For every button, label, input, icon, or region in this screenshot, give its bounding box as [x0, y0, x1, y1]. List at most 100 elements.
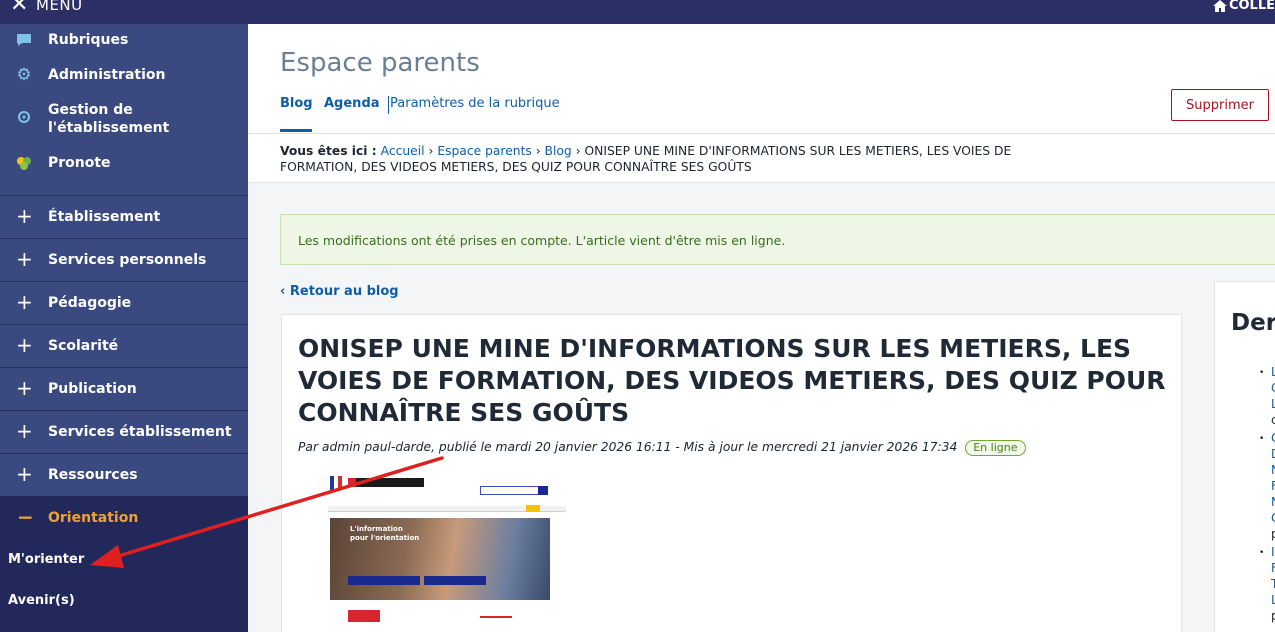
sidebar-section-services-etablissement[interactable]: + Services établissement — [0, 411, 248, 453]
success-alert: Les modifications ont été prises en comp… — [280, 214, 1275, 265]
breadcrumb-link-blog[interactable]: Blog — [545, 144, 572, 158]
sidebar-subitem-avenirs[interactable]: Avenir(s) — [8, 593, 75, 608]
sidebar-subitem-morienter[interactable]: M'orienter — [8, 552, 84, 567]
article-meta-text: Par admin paul-darde, publié le mardi 20… — [298, 440, 958, 454]
sidebar-section-pedagogie[interactable]: + Pédagogie — [0, 282, 248, 324]
sidebar-item-pronote[interactable]: Pronote — [0, 153, 248, 173]
thumb-heading-line2: pour l'orientation — [350, 534, 420, 542]
tab-parametres[interactable]: Paramètres de la rubrique — [390, 96, 560, 111]
tab-divider — [388, 96, 389, 114]
sidebar-section-ressources[interactable]: + Ressources — [0, 454, 248, 496]
sidebar-section-etablissement[interactable]: + Établissement — [0, 196, 248, 238]
list-item[interactable]: C — [1271, 430, 1275, 446]
thumb-nav-highlight — [526, 505, 540, 512]
onisep-logo-mark — [348, 478, 356, 487]
status-badge: En ligne — [965, 440, 1026, 456]
sidebar-section-label: Scolarité — [48, 338, 119, 354]
list-bullet: • — [1259, 368, 1265, 378]
republique-logo — [330, 476, 342, 490]
thumb-heading-line1: L'information — [350, 525, 403, 533]
tab-blog[interactable]: Blog — [280, 96, 313, 111]
menu-label: MENU — [36, 0, 83, 14]
list-item: p — [1271, 526, 1275, 542]
list-item[interactable]: C — [1271, 380, 1275, 396]
sidebar-item-rubriques[interactable]: Rubriques — [0, 30, 248, 50]
list-item[interactable]: F — [1271, 560, 1275, 576]
list-item[interactable]: F — [1271, 478, 1275, 494]
list-item[interactable]: T — [1271, 576, 1275, 592]
gear-icon: ⚙ — [16, 65, 32, 85]
breadcrumb: Vous êtes ici : Accueil › Espace parents… — [280, 144, 1012, 174]
list-item: p — [1271, 608, 1275, 624]
sidebar-section-scolarite[interactable]: + Scolarité — [0, 325, 248, 367]
close-icon[interactable]: ✕ — [10, 0, 28, 16]
sidebar-section-orientation-toggle[interactable]: − Orientation — [0, 496, 248, 540]
location-icon — [14, 108, 34, 128]
thumb-button — [348, 576, 420, 585]
delete-button[interactable]: Supprimer — [1171, 89, 1269, 121]
breadcrumb-link-accueil[interactable]: Accueil — [381, 144, 425, 158]
list-bullet: • — [1259, 548, 1265, 558]
plus-icon: + — [16, 376, 33, 400]
list-item[interactable]: L — [1271, 592, 1275, 608]
list-bullet: • — [1259, 434, 1265, 444]
sidebar-item-gestion[interactable]: Gestion de l'établissement — [0, 100, 248, 138]
list-item: c — [1271, 412, 1275, 428]
panel-title: Dern — [1231, 310, 1275, 336]
article-card: ONISEP UNE MINE D'INFORMATIONS SUR LES M… — [281, 314, 1182, 632]
sidebar: ✕ MENU Rubriques ⚙ Administration Gestio… — [0, 0, 248, 632]
thumb-une-badge — [348, 610, 380, 622]
top-bar: COLLE — [248, 0, 1275, 24]
list-item[interactable]: D — [1271, 446, 1275, 462]
tab-agenda[interactable]: Agenda — [324, 96, 380, 111]
home-icon[interactable] — [1213, 0, 1227, 12]
list-item[interactable]: I — [1271, 544, 1275, 560]
article-thumbnail[interactable]: L'information pour l'orientation — [298, 470, 566, 630]
sidebar-item-label: Administration — [48, 67, 166, 83]
sidebar-section-services-personnels[interactable]: + Services personnels — [0, 239, 248, 281]
back-to-blog-link[interactable]: ‹ Retour au blog — [280, 284, 399, 299]
plus-icon: + — [16, 204, 33, 228]
sidebar-item-label: Rubriques — [48, 32, 129, 48]
breadcrumb-prefix: Vous êtes ici : — [280, 144, 377, 158]
thumb-red-line — [480, 616, 512, 618]
onisep-logo — [348, 478, 424, 487]
list-item[interactable]: N — [1271, 494, 1275, 510]
sidebar-item-label: Gestion de l'établissement — [48, 102, 170, 136]
chat-icon — [14, 30, 34, 50]
active-tab-indicator — [280, 129, 312, 132]
sidebar-item-label: Pronote — [48, 155, 111, 171]
page-title: Espace parents — [280, 48, 480, 78]
sidebar-section-label: Services personnels — [48, 252, 207, 268]
sidebar-section-label: Pédagogie — [48, 295, 132, 311]
sidebar-item-administration[interactable]: ⚙ Administration — [0, 65, 248, 85]
minus-icon: − — [17, 505, 34, 529]
sidebar-section-label: Établissement — [48, 209, 161, 225]
thumb-button — [424, 576, 486, 585]
alert-message: Les modifications ont été prises en comp… — [298, 233, 786, 248]
list-item[interactable]: C — [1271, 510, 1275, 526]
sidebar-section-publication[interactable]: + Publication — [0, 368, 248, 410]
plus-icon: + — [16, 333, 33, 357]
latest-articles-panel: Dern • L C L c • C D N F N C p • I F T L… — [1214, 281, 1275, 632]
plus-icon: + — [16, 290, 33, 314]
breadcrumb-link-espace-parents[interactable]: Espace parents — [437, 144, 531, 158]
pronote-icon — [14, 153, 34, 173]
sidebar-section-orientation: − Orientation M'orienter Avenir(s) — [0, 496, 248, 632]
sidebar-section-label: Ressources — [48, 467, 138, 483]
article-title: ONISEP UNE MINE D'INFORMATIONS SUR LES M… — [298, 334, 1166, 427]
plus-icon: + — [16, 247, 33, 271]
sidebar-section-label: Services établissement — [48, 424, 232, 440]
menu-toggle[interactable]: ✕ MENU — [0, 0, 248, 24]
sidebar-section-label: Publication — [48, 381, 137, 397]
college-label[interactable]: COLLE — [1229, 0, 1275, 13]
list-item[interactable]: L — [1271, 364, 1275, 380]
article-meta: Par admin paul-darde, publié le mardi 20… — [298, 440, 1026, 456]
thumb-search-bar — [480, 486, 546, 495]
divider — [248, 133, 1275, 134]
list-item[interactable]: N — [1271, 462, 1275, 478]
plus-icon: + — [16, 462, 33, 486]
list-item[interactable]: L — [1271, 396, 1275, 412]
sidebar-section-label: Orientation — [48, 510, 139, 526]
plus-icon: + — [16, 419, 33, 443]
